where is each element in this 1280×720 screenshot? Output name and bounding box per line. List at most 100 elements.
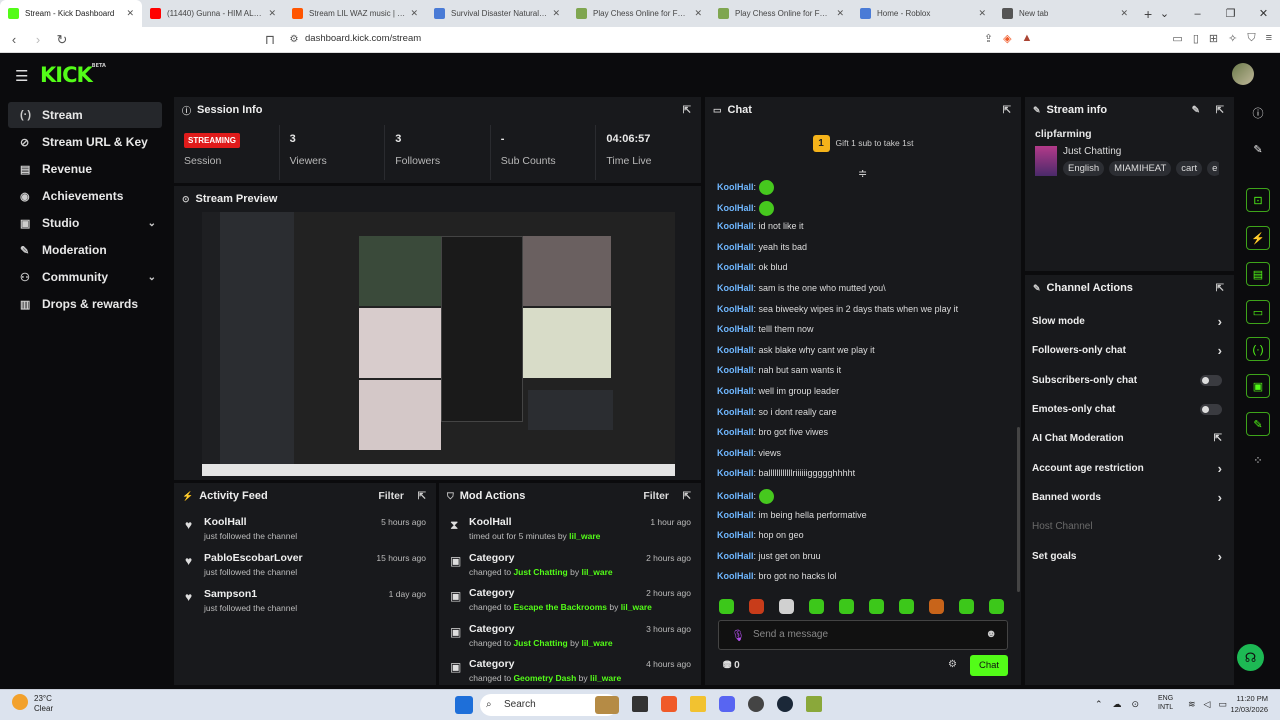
chat-username[interactable]: KoolHall: [717, 262, 754, 272]
channel-action-subscribers-only-chat[interactable]: Subscribers-only chat: [1025, 366, 1234, 395]
mic-icon[interactable]: 🎙: [731, 629, 745, 642]
stream-preview-video[interactable]: [202, 212, 675, 476]
sidebar-item-community[interactable]: ⚇ Community ⌄: [8, 264, 162, 290]
external-link-icon[interactable]: ⇱: [1214, 433, 1222, 444]
tab-close-icon[interactable]: ✕: [836, 8, 844, 19]
wrench-icon[interactable]: ✎: [1246, 412, 1270, 436]
chat-username[interactable]: KoolHall: [717, 551, 754, 561]
minimize-button[interactable]: –: [1181, 8, 1214, 20]
chat-username[interactable]: KoolHall: [717, 386, 754, 396]
tab-close-icon[interactable]: ✕: [1120, 8, 1128, 19]
chat-username[interactable]: KoolHall: [717, 182, 754, 192]
category-link[interactable]: Escape the Backrooms: [513, 602, 607, 612]
tab-close-icon[interactable]: ✕: [694, 8, 702, 19]
emote-icon[interactable]: [749, 599, 764, 614]
emote-icon[interactable]: [899, 599, 914, 614]
chevron-right-icon[interactable]: ›: [1218, 461, 1222, 476]
chat-message[interactable]: KoolHall: nah but sam wants it: [717, 365, 1007, 386]
sidebar-icon[interactable]: ▯: [1193, 32, 1199, 45]
tag[interactable]: cart: [1176, 161, 1203, 176]
chat-message[interactable]: KoolHall: well im group leader: [717, 386, 1007, 407]
moderator-link[interactable]: lil_ware: [621, 602, 652, 612]
broadcast-icon[interactable]: (·): [1246, 337, 1270, 361]
chevron-right-icon[interactable]: ›: [1218, 490, 1222, 505]
kick-logo[interactable]: KICKBETA: [40, 63, 106, 87]
site-info-icon[interactable]: ⚙: [284, 34, 304, 45]
weather-icon[interactable]: [12, 694, 28, 710]
vpn-icon[interactable]: ⛉: [1247, 32, 1255, 45]
chevron-up-icon[interactable]: ⌃: [1095, 699, 1103, 710]
emote-icon[interactable]: [779, 599, 794, 614]
list-item[interactable]: ▣ Category changed to Escape the Backrooms…: [439, 584, 701, 620]
tag[interactable]: MIAMIHEAT: [1109, 161, 1172, 176]
chat-message[interactable]: KoolHall: views: [717, 448, 1007, 469]
chat-message[interactable]: KoolHall: id not like it: [717, 221, 1007, 242]
emote-icon[interactable]: [839, 599, 854, 614]
channel-action-host-channel[interactable]: Host Channel: [1025, 512, 1234, 541]
discord-icon[interactable]: [719, 696, 735, 712]
sidebar-item-stream-url-key[interactable]: ⊘ Stream URL & Key: [8, 129, 162, 155]
chat-message[interactable]: KoolHall:: [717, 200, 1007, 222]
list-item[interactable]: ▣ Category changed to Geometry Dash by lil…: [439, 655, 701, 685]
close-window-button[interactable]: ✕: [1247, 7, 1280, 20]
emoji-icon[interactable]: ☻: [985, 628, 997, 640]
screenshot-icon[interactable]: ⊡: [1246, 188, 1270, 212]
chat-scrollbar[interactable]: [1017, 427, 1020, 592]
browser-tab[interactable]: Home - Roblox ✕: [852, 0, 994, 27]
chevron-right-icon[interactable]: ›: [1218, 314, 1222, 329]
list-item[interactable]: ♥ Sampson1 just followed the channel 1 day …: [174, 585, 436, 621]
chat-message[interactable]: KoolHall: so i dont really care: [717, 407, 1007, 428]
start-icon[interactable]: [455, 696, 473, 714]
chat-message[interactable]: KoolHall: im being hella performative: [717, 510, 1007, 531]
tab-close-icon[interactable]: ✕: [552, 8, 560, 19]
toggle-switch[interactable]: [1200, 374, 1222, 386]
sidebar-item-studio[interactable]: ▣ Studio ⌄: [8, 210, 162, 236]
tag[interactable]: English: [1063, 161, 1105, 176]
tab-close-icon[interactable]: ✕: [978, 8, 986, 19]
volume-icon[interactable]: ◁: [1204, 699, 1211, 710]
category-link[interactable]: Just Chatting: [513, 638, 567, 648]
send-chat-button[interactable]: Chat: [970, 655, 1008, 676]
tab-close-icon[interactable]: ✕: [268, 8, 276, 19]
leo-icon[interactable]: ✧: [1228, 32, 1237, 45]
moderator-link[interactable]: lil_ware: [581, 638, 612, 648]
list-item[interactable]: ⧗ KoolHall timed out for 5 minutes by lil_…: [439, 513, 701, 549]
forward-icon[interactable]: ›: [28, 32, 48, 47]
category-link[interactable]: Just Chatting: [513, 567, 567, 577]
emote-icon[interactable]: [959, 599, 974, 614]
channel-points[interactable]: ⛃ 0: [723, 660, 740, 671]
obs-icon[interactable]: [748, 696, 764, 712]
wallet-icon[interactable]: ⊞: [1209, 32, 1218, 45]
channel-action-followers-only-chat[interactable]: Followers-only chat ›: [1025, 336, 1234, 365]
chat-username[interactable]: KoolHall: [717, 571, 754, 581]
chat-message[interactable]: KoolHall: yeah its bad: [717, 242, 1007, 263]
chevron-right-icon[interactable]: ›: [1218, 343, 1222, 358]
sidebar-item-revenue[interactable]: ▤ Revenue: [8, 156, 162, 182]
chat-settings-icon[interactable]: ⚙: [948, 659, 957, 670]
channel-action-account-age-restriction[interactable]: Account age restriction ›: [1025, 453, 1234, 482]
chat-username[interactable]: KoolHall: [717, 468, 754, 478]
chat-username[interactable]: KoolHall: [717, 510, 754, 520]
popout-icon[interactable]: ⇱: [1003, 105, 1011, 116]
edit-icon[interactable]: ✎: [1246, 138, 1270, 162]
chat-username[interactable]: KoolHall: [717, 365, 754, 375]
chat-input[interactable]: 🎙 Send a message ☻: [718, 620, 1008, 650]
browser-tab[interactable]: Play Chess Online for FREE - 2 ✕: [568, 0, 710, 27]
channel-action-emotes-only-chat[interactable]: Emotes-only chat: [1025, 395, 1234, 424]
emote-icon[interactable]: [719, 599, 734, 614]
menu-icon[interactable]: ≡: [1266, 32, 1272, 45]
chevron-down-icon[interactable]: ⌄: [148, 218, 156, 229]
app-tray-icon[interactable]: ⊙: [1132, 699, 1140, 710]
avatar[interactable]: [1232, 63, 1254, 85]
weather-widget[interactable]: 23°C Clear: [34, 694, 53, 714]
sidebar-item-moderation[interactable]: ✎ Moderation: [8, 237, 162, 263]
chat-message[interactable]: KoolHall: hop on geo: [717, 530, 1007, 551]
tab-close-icon[interactable]: ✕: [410, 8, 418, 19]
minecraft-icon[interactable]: [806, 696, 822, 712]
emote-icon[interactable]: [809, 599, 824, 614]
wifi-icon[interactable]: ≋: [1188, 699, 1196, 710]
video-icon[interactable]: ▣: [1246, 374, 1270, 398]
gift-sub-banner[interactable]: 1 Gift 1 sub to take 1st: [705, 135, 1021, 152]
network-icon[interactable]: ☁: [1113, 699, 1122, 710]
chevron-down-icon[interactable]: ⌄: [148, 272, 156, 283]
